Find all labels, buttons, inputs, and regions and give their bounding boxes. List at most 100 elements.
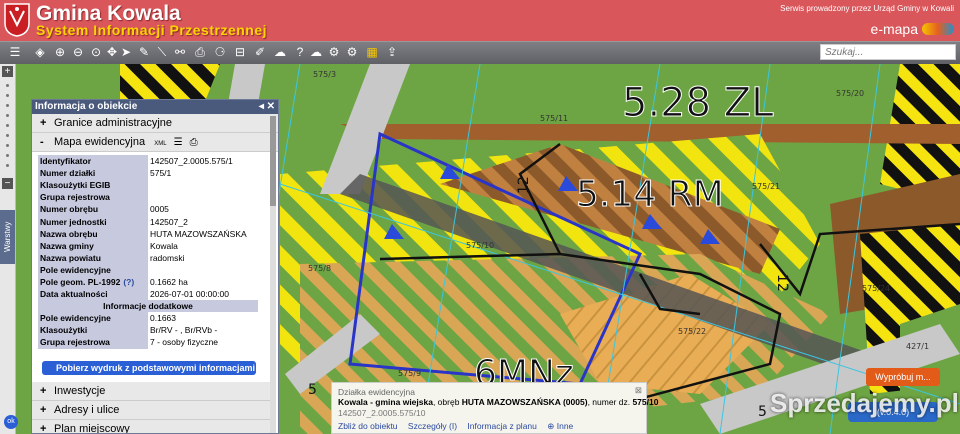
plan-info-link[interactable]: Informacja z planu [467,421,536,431]
zoom-step[interactable] [6,94,9,97]
popup-heading: Działka ewidencyjna [338,387,416,397]
expand-icon: + [40,117,47,129]
detail-key: Identyfikator [38,155,148,168]
dimension-label: 12 [774,274,790,292]
try-new-button[interactable]: Wypróbuj m... [866,368,940,386]
detail-row: Numer jednostki 142507_2 [38,215,258,228]
expand-icon: + [40,423,47,434]
zoom-minus-button[interactable]: − [2,178,13,189]
popup-id: 142507_2.0005.575/10 [338,408,426,418]
panel-controls[interactable]: ◂ ✕ [259,100,275,114]
detail-value: 2026-07-01 00:00:00 [148,288,258,301]
other-link[interactable]: ⊕ Inne [547,421,581,431]
zoom-in-icon[interactable]: ⊕ [52,44,68,60]
detail-key: Grupa rejestrowa [38,191,148,204]
help-icon[interactable]: ? [292,44,308,60]
zoom-plus-button[interactable]: + [2,66,13,77]
details-link[interactable]: Szczegóły (I) [408,421,457,431]
measure-icon[interactable]: ⟍ [154,44,170,60]
zoom-step[interactable] [6,144,9,147]
detail-row: Identyfikator 142507_2.0005.575/1 [38,155,258,168]
detail-value [148,263,258,276]
xml-icon[interactable]: XML [154,141,166,147]
print-icon[interactable]: ⎙ [192,44,208,60]
zoom-step[interactable] [6,114,9,117]
service-note: Serwis prowadzony przez Urząd Gminy w Ko… [780,4,954,13]
detail-value: Br/RV - , Br/RVb - [148,324,258,337]
panel-title-text: Informacja o obiekcie [35,101,138,112]
panel-scroll-thumb[interactable] [270,116,276,206]
print-icon[interactable]: ⎙ [190,137,198,148]
popup-close-icon[interactable]: ⊠ [635,385,642,396]
subheader: Informacje dodatkowe [38,300,258,313]
detail-row: Grupa rejestrowa [38,191,258,204]
zoom-out-icon[interactable]: ⊖ [70,44,86,60]
section-plan[interactable]: + Plan miejscowy [32,420,270,434]
zoom-step[interactable] [6,154,9,157]
edit-icon[interactable]: ✐ [252,44,268,60]
zoom-step[interactable] [6,164,9,167]
list-icon[interactable]: ☰ [174,137,183,148]
pointer-icon[interactable]: ➤ [118,44,134,60]
menu-icon[interactable]: ☰ [4,44,26,60]
section-granice[interactable]: + Granice administracyjne [32,114,278,133]
settings-icon[interactable]: ⚙ [326,44,342,60]
cloud-icon[interactable]: ☁ [308,44,324,60]
ok-badge[interactable]: ok [4,415,18,429]
parcel-label: 575/3 [313,70,336,79]
layers-tab[interactable]: Warstwy [0,210,15,264]
collapse-icon: - [40,136,44,148]
search-input[interactable] [820,44,956,60]
zoom-step[interactable] [6,104,9,107]
parcel-label: 427/1 [906,342,929,351]
detail-row: Nazwa gminy Kowala [38,239,258,252]
section-inwestycje[interactable]: + Inwestycje [32,382,270,401]
zone-label-zl: 5.28 ZL [622,80,774,126]
detail-row: Klasoużytki EGIB [38,179,258,192]
share-icon[interactable]: ⇪ [384,44,400,60]
parcel-label: 575/20 [836,89,864,98]
parcel-details-table: Identyfikator 142507_2.0005.575/1 Numer dz… [38,155,258,349]
parcel-label: 575/21 [752,182,780,191]
detail-key: Data aktualności [38,288,148,301]
detail-key: Klasoużytki EGIB [38,179,148,192]
detail-row: Grupa rejestrowa 7 - osoby fizyczne [38,336,258,349]
zoom-to-object-link[interactable]: Zbliż do obiektu [338,421,398,431]
zone-label-rm: 5.14 RM [576,174,724,215]
parcel-popup: Działka ewidencyjna Kowala - gmina wiejs… [331,382,658,434]
popup-links: Zbliż do obiektu Szczegóły (I) Informacj… [338,421,589,432]
dimension-label: 5 [758,404,767,420]
ruler-icon[interactable]: ⊟ [232,44,248,60]
car-icon[interactable]: ⚆ [212,44,228,60]
parcel-label: 575/11 [540,114,568,123]
link-icon[interactable]: ⚯ [172,44,188,60]
detail-key: Pole geom. PL-1992 (?) [38,275,148,289]
detail-value: 142507_2.0005.575/1 [148,155,258,168]
detail-value: 575/1 [148,167,258,180]
print-summary-button[interactable]: Pobierz wydruk z podstawowymi informacja… [42,361,256,375]
layers-icon[interactable]: ◈ [32,44,48,60]
detail-key: Nazwa obrębu [38,227,148,240]
dimension-label: 12 [516,176,532,194]
parcel-label: 575/22 [678,327,706,336]
watermark: Sprzedajemy.pl [770,388,959,418]
pencil-icon[interactable]: ✎ [136,44,152,60]
help-link[interactable]: (?) [123,277,134,287]
grid-icon[interactable]: ▦ [364,44,380,60]
emapa-brand[interactable]: e-mapa [871,21,918,37]
detail-key: Numer jednostki [38,215,148,228]
tools-icon[interactable]: ⚙ [344,44,360,60]
detail-key: Nazwa powiatu [38,251,148,264]
comment-icon[interactable]: ☁ [272,44,288,60]
detail-row: Pole ewidencyjne 0.1663 [38,312,258,325]
section-adresy[interactable]: + Adresy i ulice [32,401,270,420]
detail-row: Pole geom. PL-1992 (?) 0.1662 ha [38,275,258,289]
zoom-step[interactable] [6,134,9,137]
detail-value: 142507_2 [148,215,258,228]
detail-value: 0005 [148,203,258,216]
section-mapa-ewidencyjna[interactable]: - Mapa ewidencyjna XML ☰ ⎙ [32,133,278,152]
zoom-step[interactable] [6,84,9,87]
zoom-area-icon[interactable]: ⊙ [88,44,104,60]
zoom-step[interactable] [6,124,9,127]
emapa-badge-icon [922,23,954,35]
